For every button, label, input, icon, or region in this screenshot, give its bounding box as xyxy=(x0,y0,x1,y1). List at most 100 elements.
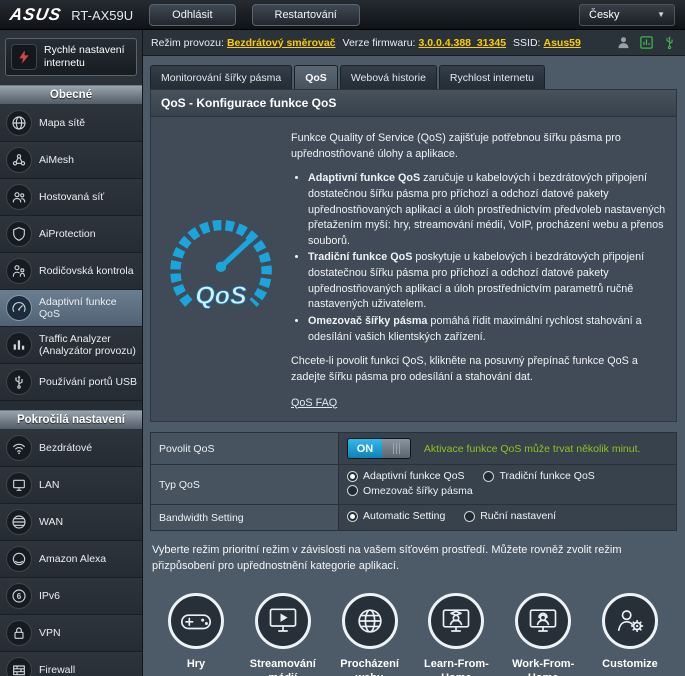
wireless-icon xyxy=(6,435,32,461)
sidebar-item-network-map[interactable]: Mapa sítě xyxy=(0,105,142,142)
tab-bandwidth-monitor[interactable]: Monitorování šířky pásma xyxy=(150,65,292,89)
qos-activation-note: Aktivace funkce QoS může trvat několik m… xyxy=(424,443,641,455)
firewall-icon xyxy=(6,657,32,676)
qos-gauge-illustration: QoS xyxy=(161,131,281,411)
page-title: QoS - Konfigurace funkce QoS xyxy=(150,89,677,117)
firmware-label: Verze firmwaru: xyxy=(343,37,416,49)
top-bar: ASUS RT-AX59U Odhlásit Restartování Česk… xyxy=(0,0,685,30)
tab-qos[interactable]: QoS xyxy=(294,65,338,89)
sidebar-item-amazon-alexa[interactable]: Amazon Alexa xyxy=(0,541,142,578)
main-content: Režim provozu: Bezdrátový směrovač Verze… xyxy=(143,30,685,676)
sidebar-item-usb-application[interactable]: Používání portů USB xyxy=(0,364,142,401)
qos-type-adaptive-radio[interactable]: Adaptivní funkce QoS xyxy=(347,470,465,482)
mode-learn-from-home[interactable]: Learn-From-Home xyxy=(413,593,499,676)
ssid-label: SSID: xyxy=(513,37,540,49)
radio-icon xyxy=(347,511,358,522)
qos-bullet-limiter: Omezovač šířky pásma pomáhá řídit maximá… xyxy=(308,314,666,345)
lan-icon xyxy=(6,472,32,498)
sidebar-item-ipv6[interactable]: 6 IPv6 xyxy=(0,578,142,615)
operation-mode-label: Režim provozu: xyxy=(151,37,224,49)
guest-network-icon xyxy=(6,184,32,210)
table-row: Bandwidth Setting Automatic Setting Ručn… xyxy=(151,505,677,531)
sidebar-item-vpn[interactable]: VPN xyxy=(0,615,142,652)
customize-icon xyxy=(602,593,658,649)
ipv6-icon: 6 xyxy=(6,583,32,609)
language-select[interactable]: Česky ▼ xyxy=(579,4,675,26)
alexa-icon xyxy=(6,546,32,572)
web-surfing-icon xyxy=(342,593,398,649)
sidebar-item-traffic-analyzer[interactable]: Traffic Analyzer (Analyzátor provozu) xyxy=(0,327,142,364)
sidebar-section-advanced: Pokročilá nastavení xyxy=(0,410,142,430)
mode-work-from-home[interactable]: Work-From-Home xyxy=(500,593,586,676)
router-model: RT-AX59U xyxy=(71,8,133,23)
aiprotection-shield-icon xyxy=(6,221,32,247)
table-row: Typ QoS Adaptivní funkce QoS Tradiční fu… xyxy=(151,465,677,505)
traffic-analyzer-icon xyxy=(6,332,32,358)
vpn-lock-icon xyxy=(6,620,32,646)
radio-icon xyxy=(483,471,494,482)
clients-icon[interactable] xyxy=(616,35,631,50)
usb-status-icon[interactable] xyxy=(662,35,677,50)
sidebar-section-general: Obecné xyxy=(0,85,142,105)
sidebar-item-aiprotection[interactable]: AiProtection xyxy=(0,216,142,253)
reboot-button[interactable]: Restartování xyxy=(252,4,360,26)
aimesh-icon xyxy=(6,147,32,173)
sidebar-item-lan[interactable]: LAN xyxy=(0,467,142,504)
qos-settings-table: Povolit QoS ON Aktivace funkce QoS může … xyxy=(150,432,677,531)
toggle-knob xyxy=(382,439,410,458)
tab-web-history[interactable]: Webová historie xyxy=(340,65,437,89)
svg-text:QoS: QoS xyxy=(195,282,247,310)
qos-gauge-icon xyxy=(6,295,32,321)
qos-type-limiter-radio[interactable]: Omezovač šířky pásma xyxy=(347,485,473,497)
qos-enable-toggle[interactable]: ON xyxy=(347,438,411,459)
internet-status-icon[interactable] xyxy=(639,35,654,50)
status-bar: Režim provozu: Bezdrátový směrovač Verze… xyxy=(143,30,685,56)
language-value: Česky xyxy=(589,9,620,21)
enable-qos-label: Povolit QoS xyxy=(151,433,339,465)
qos-closing: Chcete-li povolit funkci QoS, klikněte n… xyxy=(291,354,666,385)
sidebar-item-wireless[interactable]: Bezdrátové xyxy=(0,430,142,467)
operation-mode-link[interactable]: Bezdrátový směrovač xyxy=(227,37,336,49)
mode-customize[interactable]: Customize xyxy=(587,593,673,676)
logout-button[interactable]: Odhlásit xyxy=(149,4,235,26)
qos-bullet-list: Adaptivní funkce QoS zaručuje u kabelový… xyxy=(308,171,666,345)
toggle-on-state: ON xyxy=(348,439,382,458)
parental-controls-icon xyxy=(6,258,32,284)
qos-bullet-adaptive: Adaptivní funkce QoS zaručuje u kabelový… xyxy=(308,171,666,249)
mode-selection-hint: Vyberte režim prioritní režim v závislos… xyxy=(152,542,673,575)
work-from-home-icon xyxy=(515,593,571,649)
ssid-link[interactable]: Asus59 xyxy=(543,37,580,49)
radio-icon xyxy=(347,471,358,482)
mode-media-streaming[interactable]: Streamování médií xyxy=(240,593,326,676)
qos-type-label: Typ QoS xyxy=(151,465,339,505)
sidebar-item-adaptive-qos[interactable]: Adaptivní funkce QoS xyxy=(0,290,142,327)
qos-description-text: Funkce Quality of Service (QoS) zajišťuj… xyxy=(291,131,666,411)
qos-type-traditional-radio[interactable]: Tradiční funkce QoS xyxy=(483,470,594,482)
brand: ASUS RT-AX59U xyxy=(10,5,133,25)
sidebar-item-guest-network[interactable]: Hostovaná síť xyxy=(0,179,142,216)
sidebar-item-firewall[interactable]: Firewall xyxy=(0,652,142,676)
quick-setup-label: Rychlé nastavení internetu xyxy=(44,44,131,70)
quick-internet-setup-button[interactable]: Rychlé nastavení internetu xyxy=(5,38,137,76)
usb-icon xyxy=(6,369,32,395)
svg-text:6: 6 xyxy=(17,592,22,601)
bandwidth-manual-radio[interactable]: Ruční nastavení xyxy=(464,510,556,522)
radio-icon xyxy=(464,511,475,522)
quick-setup-icon xyxy=(11,44,37,70)
qos-faq-link[interactable]: QoS FAQ xyxy=(291,396,337,412)
asus-logo: ASUS xyxy=(8,5,63,25)
tab-internet-speed[interactable]: Rychlost internetu xyxy=(439,65,545,89)
media-streaming-icon xyxy=(255,593,311,649)
qos-mode-grid: Hry Streamování médií Procházení webu xyxy=(153,593,673,676)
sidebar: Rychlé nastavení internetu Obecné Mapa s… xyxy=(0,30,143,676)
sidebar-item-parental-controls[interactable]: Rodičovská kontrola xyxy=(0,253,142,290)
sidebar-item-wan[interactable]: WAN xyxy=(0,504,142,541)
mode-games[interactable]: Hry xyxy=(153,593,239,676)
chevron-down-icon: ▼ xyxy=(657,10,665,19)
firmware-version-link[interactable]: 3.0.0.4.388_31345 xyxy=(418,37,506,49)
table-row: Povolit QoS ON Aktivace funkce QoS může … xyxy=(151,433,677,465)
mode-web-surfing[interactable]: Procházení webu xyxy=(327,593,413,676)
qos-description-panel: QoS Funkce Quality of Service (QoS) zaji… xyxy=(150,117,677,422)
sidebar-item-aimesh[interactable]: AiMesh xyxy=(0,142,142,179)
bandwidth-automatic-radio[interactable]: Automatic Setting xyxy=(347,510,445,522)
